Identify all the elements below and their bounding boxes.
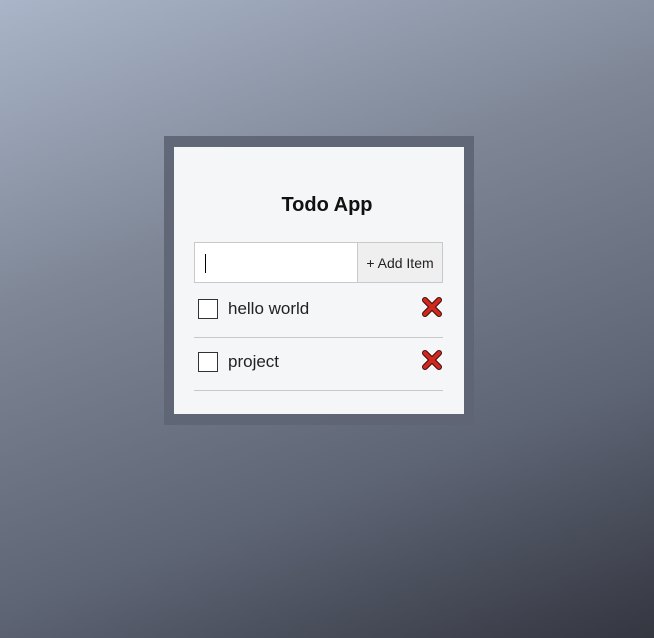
list-item: hello world: [194, 286, 443, 338]
add-item-button[interactable]: + Add Item: [357, 242, 443, 283]
new-item-row: + Add Item: [194, 242, 443, 283]
item-label: project: [228, 352, 280, 371]
delete-icon[interactable]: [422, 297, 442, 317]
text-caret: [205, 254, 206, 273]
item-checkbox[interactable]: [198, 299, 218, 319]
page-title: Todo App: [281, 194, 373, 216]
item-checkbox[interactable]: [198, 352, 218, 372]
list-item: project: [194, 339, 443, 391]
delete-icon[interactable]: [422, 350, 442, 370]
new-item-input[interactable]: [194, 242, 358, 283]
item-label: hello world: [228, 299, 310, 318]
